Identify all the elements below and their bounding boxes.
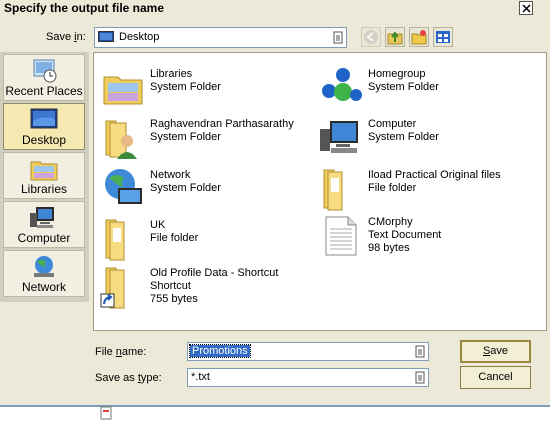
- shortcut-folder-icon: [100, 267, 125, 309]
- create-new-folder-button[interactable]: [409, 27, 429, 47]
- network-icon: [34, 256, 54, 277]
- up-one-level-button[interactable]: [385, 27, 405, 47]
- save-in-dropdown[interactable]: Desktop: [94, 27, 347, 48]
- recent-places-icon: [33, 59, 57, 83]
- place-network[interactable]: Network: [3, 250, 85, 297]
- view-menu-button[interactable]: [433, 27, 453, 47]
- file-type: File folder: [368, 182, 417, 194]
- place-label: Recent Places: [5, 84, 83, 98]
- save-as-type-label: Save as type:: [95, 372, 162, 384]
- desktop-icon: [98, 31, 114, 42]
- place-libraries[interactable]: Libraries: [3, 152, 85, 199]
- places-bar: Recent Places Desktop Libraries Computer: [0, 52, 89, 302]
- libraries-icon: [30, 161, 58, 181]
- file-type: System Folder: [368, 131, 439, 143]
- file-size: 755 bytes: [150, 293, 198, 305]
- file-type: System Folder: [150, 131, 221, 143]
- file-name-label: File name:: [95, 346, 147, 358]
- title-bar: Specify the output file name: [0, 0, 550, 17]
- file-name: Iload Practical Original files: [368, 169, 501, 181]
- libraries-folder-icon: [103, 76, 143, 105]
- file-name: Old Profile Data - Shortcut: [150, 267, 279, 279]
- file-type: System Folder: [150, 81, 221, 93]
- file-type: System Folder: [150, 182, 221, 194]
- bottom-strip: [0, 407, 550, 421]
- new-folder-icon: [411, 30, 427, 45]
- chevron-down-icon[interactable]: [332, 30, 344, 45]
- file-type: System Folder: [368, 81, 439, 93]
- close-icon: [521, 3, 531, 13]
- file-item-uk[interactable]: UK File folder: [100, 216, 310, 264]
- save-in-value: Desktop: [119, 31, 160, 43]
- file-item-computer[interactable]: Computer System Folder: [318, 115, 538, 163]
- desktop-icon: [30, 108, 58, 129]
- file-type: Shortcut: [150, 280, 191, 292]
- user-folder-icon: [105, 120, 137, 159]
- file-name: Raghavendran Parthasarathy: [150, 118, 294, 130]
- dialog-title: Specify the output file name: [4, 1, 165, 15]
- file-name: Homegroup: [368, 68, 426, 80]
- view-grid-icon: [436, 31, 450, 43]
- file-item-network[interactable]: Network System Folder: [100, 166, 310, 214]
- file-item-cmorphy[interactable]: CMorphy Text Document 98 bytes: [318, 213, 538, 271]
- file-name: Network: [150, 169, 191, 181]
- file-item-iload-practical-original-files[interactable]: Iload Practical Original files File fold…: [318, 166, 543, 214]
- file-item-homegroup[interactable]: Homegroup System Folder: [318, 65, 538, 113]
- cancel-button[interactable]: Cancel: [460, 366, 531, 389]
- folder-icon: [105, 219, 125, 261]
- file-type: File folder: [150, 232, 199, 244]
- file-name-value: Promotions: [189, 344, 251, 358]
- file-type: Text Document: [368, 229, 442, 241]
- file-list-view[interactable]: Libraries System Folder Homegroup System…: [93, 52, 547, 331]
- save-in-label: Save in:: [46, 31, 86, 43]
- place-label: Network: [21, 280, 66, 294]
- place-desktop[interactable]: Desktop: [3, 103, 85, 150]
- file-name: Computer: [368, 118, 417, 130]
- chevron-down-icon[interactable]: [414, 344, 426, 359]
- place-recent-places[interactable]: Recent Places: [3, 54, 85, 101]
- file-size: 98 bytes: [368, 242, 410, 254]
- save-button[interactable]: Save: [460, 340, 531, 363]
- place-label: Libraries: [20, 182, 68, 196]
- place-computer[interactable]: Computer: [3, 201, 85, 248]
- computer-icon: [320, 121, 358, 153]
- file-name: Libraries: [150, 68, 193, 80]
- document-icon: [100, 406, 112, 420]
- folder-icon: [323, 169, 343, 211]
- file-item-raghavendran-parthasarathy[interactable]: Raghavendran Parthasarathy System Folder: [100, 115, 315, 163]
- back-arrow-icon: [364, 30, 378, 44]
- close-button[interactable]: [519, 1, 533, 15]
- chevron-down-icon[interactable]: [414, 370, 426, 385]
- back-button[interactable]: [361, 27, 381, 47]
- place-label: Desktop: [21, 133, 67, 147]
- text-document-icon: [325, 216, 357, 256]
- file-item-old-profile-data-shortcut[interactable]: Old Profile Data - Shortcut Shortcut 755…: [100, 264, 320, 322]
- save-as-type-value: *.txt: [191, 371, 210, 383]
- file-item-libraries[interactable]: Libraries System Folder: [100, 65, 310, 113]
- file-name: UK: [150, 219, 166, 231]
- up-folder-icon: [387, 31, 403, 45]
- file-name: CMorphy: [368, 216, 413, 228]
- save-as-type-dropdown[interactable]: *.txt: [187, 368, 429, 387]
- homegroup-icon: [322, 68, 362, 101]
- network-icon: [105, 169, 142, 204]
- place-label: Computer: [17, 231, 71, 245]
- file-name-input[interactable]: Promotions: [187, 342, 429, 361]
- computer-icon: [30, 207, 54, 228]
